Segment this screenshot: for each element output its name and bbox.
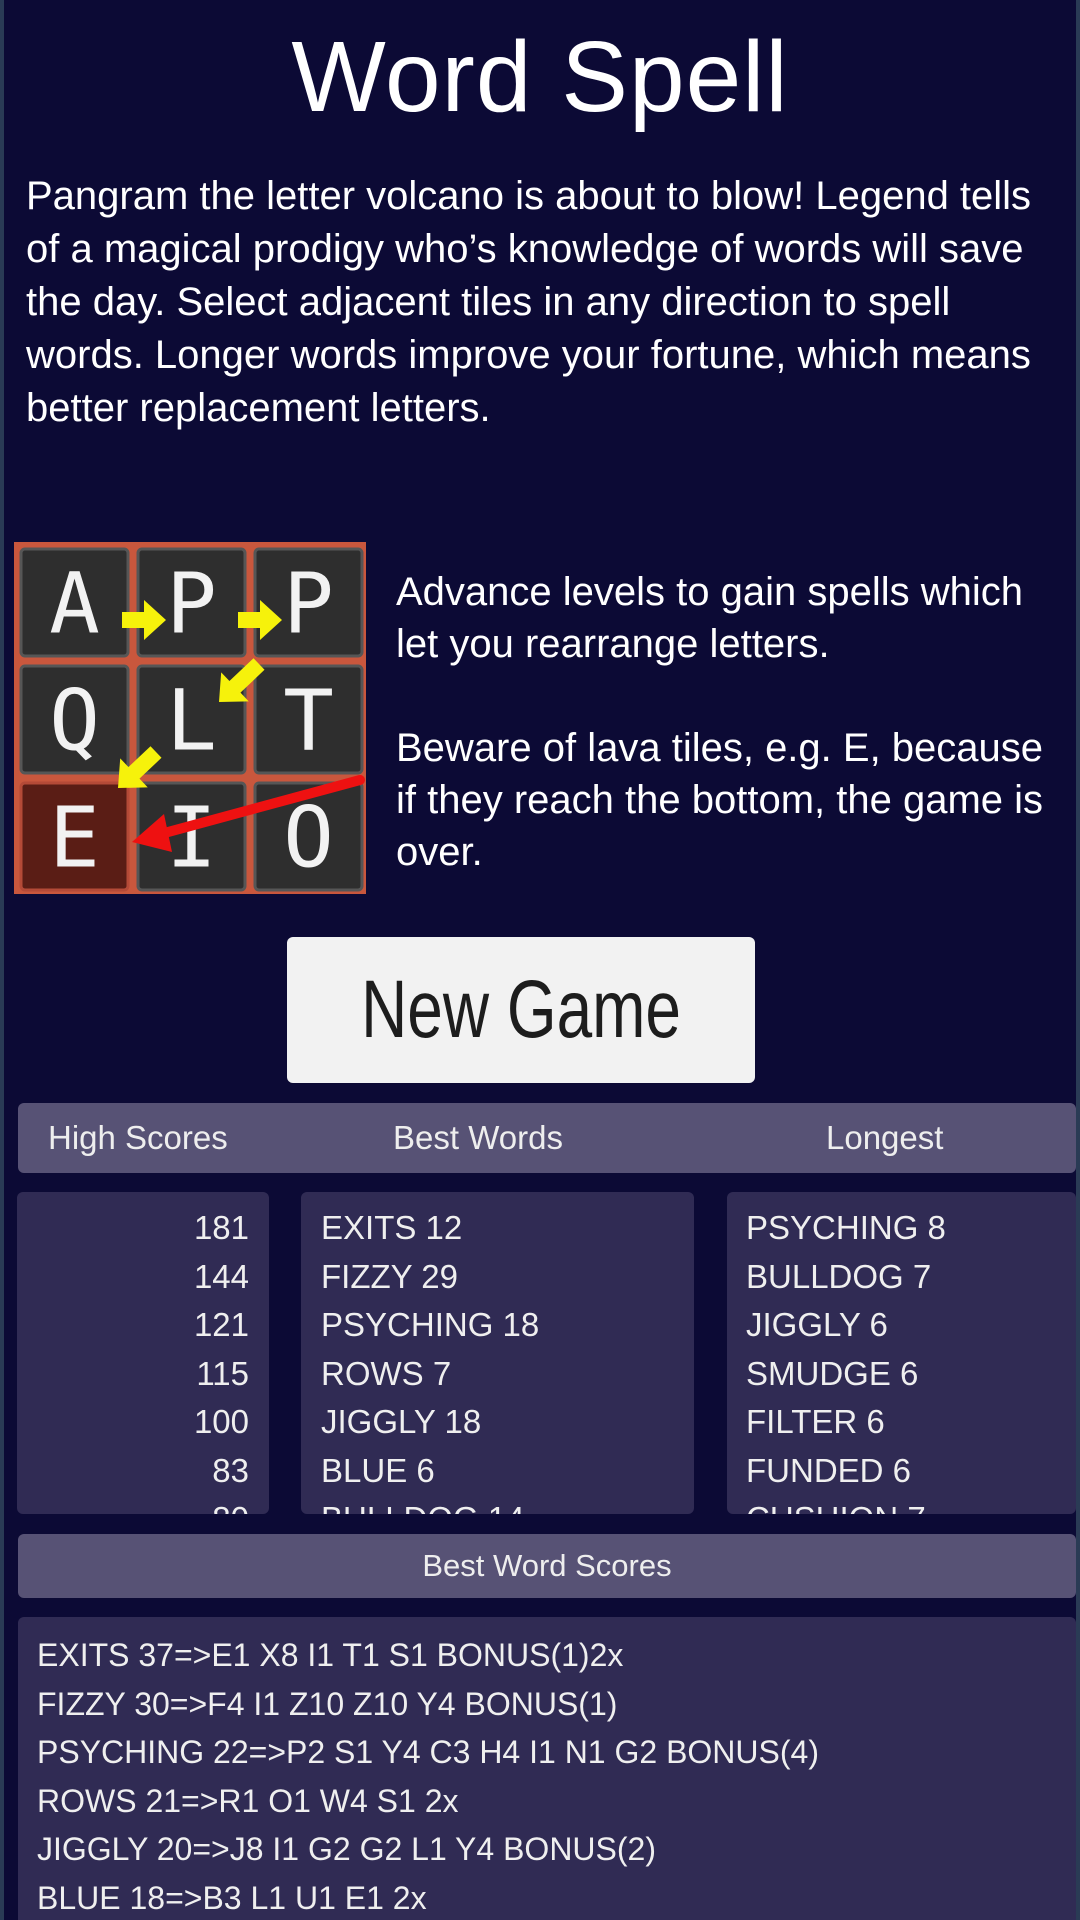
example-tile-grid: APPQLTEIO — [14, 542, 366, 894]
best-word-item: JIGGLY 18 — [321, 1403, 482, 1440]
best-words-list[interactable]: EXITS 12 FIZZY 29 PSYCHING 18 ROWS 7 JIGGLY … — [301, 1192, 694, 1514]
best-word-item: PSYCHING 18 — [321, 1306, 540, 1343]
tile-letter: P — [283, 555, 334, 653]
right-edge — [1076, 0, 1080, 1920]
high-score-item: 80 — [17, 1495, 249, 1514]
best-word-score-item: PSYCHING 22=>P2 S1 Y4 C3 H4 I1 N1 G2 BON… — [37, 1734, 819, 1770]
left-edge — [0, 0, 4, 1920]
longest-header: Longest — [826, 1119, 944, 1156]
tile-letter: I — [166, 789, 217, 887]
best-word-score-item: ROWS 21=>R1 O1 W4 S1 2x — [37, 1782, 459, 1819]
game-title: Word Spell — [291, 21, 789, 133]
longest-word-item: SMUDGE 6 — [746, 1354, 919, 1392]
intro-text: Pangram the letter volcano is about to b… — [26, 174, 1032, 430]
new-game-button[interactable]: New Game — [287, 937, 755, 1083]
longest-word-item: BULLDOG 7 — [746, 1257, 932, 1295]
high-score-item: 83 — [212, 1451, 249, 1489]
high-score-item: 100 — [193, 1403, 249, 1440]
high-scores-list[interactable]: 181 144 121 115 100 83 80 — [17, 1192, 269, 1514]
best-word-score-item: FIZZY 30=>F4 I1 Z10 Z10 Y4 BONUS(1) — [37, 1685, 618, 1722]
tile-letter: T — [283, 672, 334, 770]
best-word-score-item: JIGGLY 20=>J8 I1 G2 G2 L1 Y4 BONUS(2) — [37, 1831, 656, 1867]
longest-word-item: JIGGLY 6 — [746, 1306, 888, 1343]
stats-header-bar: High Scores Best Words Longest — [18, 1103, 1076, 1173]
longest-word-item: CUSHION 7 — [746, 1495, 1076, 1514]
tile-grid-illustration: A P PQ L TE I O — [14, 542, 366, 894]
high-scores-header: High Scores — [48, 1119, 228, 1156]
tile-letter: L — [166, 672, 217, 770]
best-word-item: ROWS 7 — [321, 1354, 452, 1392]
best-word-scores-header: Best Word Scores — [18, 1534, 1076, 1598]
new-game-label: New Game — [361, 964, 681, 1055]
best-word-scores-list[interactable]: EXITS 37=>E1 X8 I1 T1 S1 BONUS(1)2x FIZZY… — [18, 1617, 1076, 1920]
high-score-item: 115 — [196, 1354, 249, 1392]
high-score-item: 181 — [193, 1209, 249, 1246]
longest-words-list[interactable]: PSYCHING 8 BULLDOG 7 JIGGLY 6 SMUDGE 6 FILTE… — [727, 1192, 1076, 1514]
best-words-header: Best Words — [393, 1119, 563, 1156]
instructions-side: Advance levels to gain spells which let … — [396, 566, 1066, 878]
longest-word-item: FUNDED 6 — [746, 1451, 912, 1489]
longest-word-item: FILTER 6 — [746, 1403, 885, 1440]
best-word-item: BULLDOG 14 — [321, 1495, 694, 1514]
tile-letter: A — [49, 555, 100, 653]
longest-word-item: PSYCHING 8 — [746, 1209, 946, 1246]
best-word-score-item: BLUE 18=>B3 L1 U1 E1 2x — [37, 1879, 427, 1916]
tile-letter: P — [166, 555, 217, 653]
tile-letter: E — [49, 789, 100, 887]
best-word-item: FIZZY 29 — [321, 1257, 458, 1295]
high-score-item: 121 — [193, 1306, 249, 1343]
best-word-score-item: EXITS 37=>E1 X8 I1 T1 S1 BONUS(1)2x — [37, 1637, 624, 1673]
lava-text: Beware of lava tiles, e.g. E, because if… — [396, 726, 1044, 874]
spells-text: Advance levels to gain spells which let … — [396, 570, 1024, 666]
high-score-item: 144 — [193, 1257, 249, 1295]
best-word-item: BLUE 6 — [321, 1451, 435, 1489]
best-word-item: EXITS 12 — [321, 1209, 463, 1246]
tile-letter: Q — [49, 672, 100, 770]
